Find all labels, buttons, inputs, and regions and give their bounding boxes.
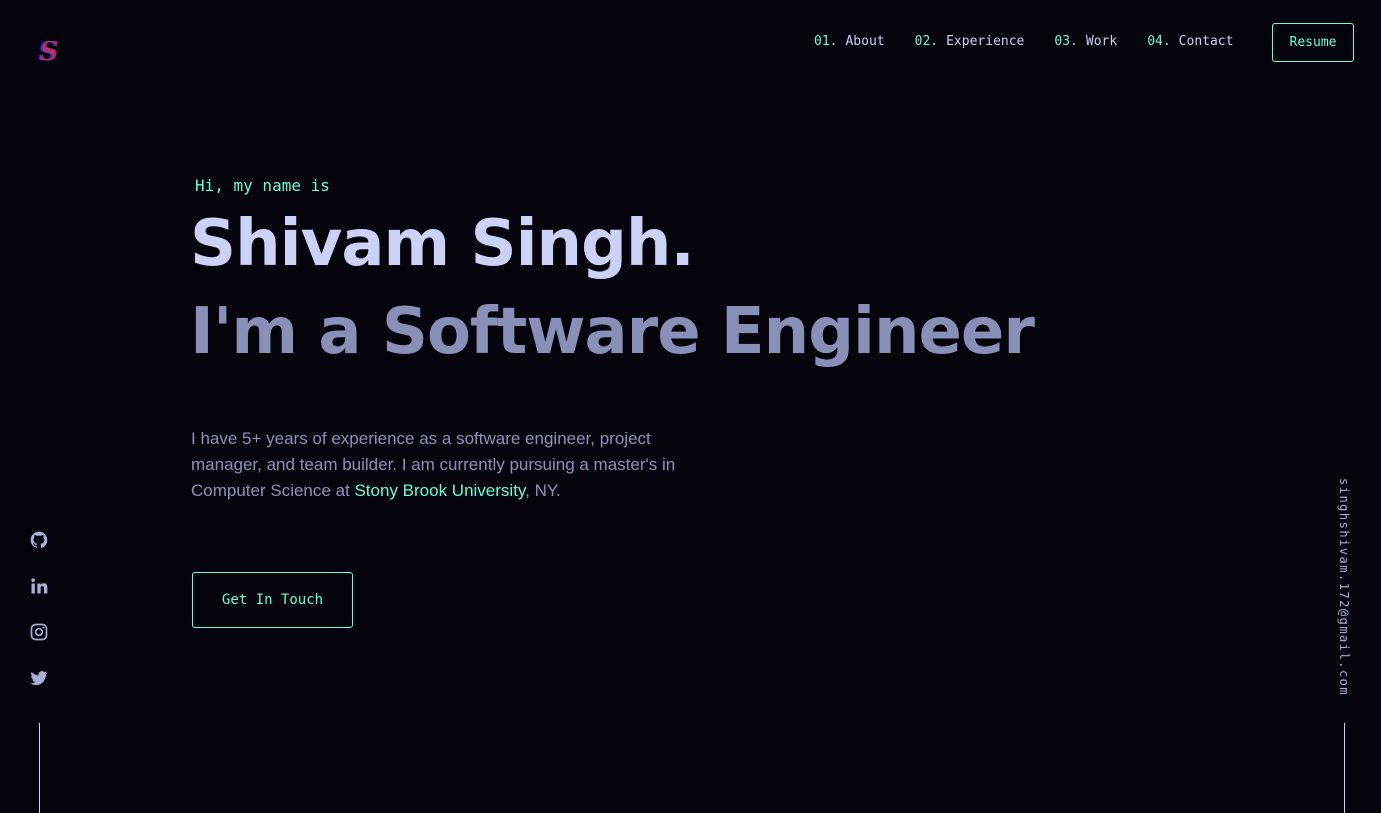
nav-item-contact[interactable]: 04. Contact bbox=[1147, 34, 1233, 49]
nav-number: 04. bbox=[1147, 34, 1171, 49]
hero-name: Shivam Singh. bbox=[190, 207, 695, 281]
hero-role: I'm a Software Engineer bbox=[190, 295, 1035, 369]
nav-item-experience[interactable]: 02. Experience bbox=[915, 34, 1025, 49]
left-rail-line bbox=[39, 723, 40, 813]
right-rail-line bbox=[1344, 723, 1345, 813]
nav-label: About bbox=[845, 34, 885, 49]
portfolio-page: S S 01. About 02. Experience 03. Work 04… bbox=[0, 0, 1381, 813]
nav-label: Work bbox=[1085, 34, 1118, 49]
nav-number: 01. bbox=[814, 34, 838, 49]
github-icon[interactable] bbox=[29, 530, 49, 550]
email-link[interactable]: singhshivam.172@gmail.com bbox=[1337, 478, 1351, 696]
hero-intro: Hi, my name is bbox=[195, 176, 330, 195]
nav-item-about[interactable]: 01. About bbox=[814, 34, 885, 49]
hero-description: I have 5+ years of experience as a softw… bbox=[191, 426, 711, 504]
nav-number: 02. bbox=[914, 34, 939, 49]
description-suffix: , NY. bbox=[525, 481, 561, 500]
linkedin-icon[interactable] bbox=[29, 576, 49, 596]
resume-button[interactable]: Resume bbox=[1272, 23, 1354, 62]
nav-label: Experience bbox=[946, 34, 1025, 49]
nav-label: Contact bbox=[1178, 34, 1234, 49]
nav-number: 03. bbox=[1054, 34, 1078, 49]
social-links bbox=[28, 530, 50, 714]
get-in-touch-button[interactable]: Get In Touch bbox=[192, 572, 353, 628]
nav-item-work[interactable]: 03. Work bbox=[1054, 34, 1117, 49]
s-monogram-logo-icon[interactable]: S S bbox=[36, 36, 62, 67]
main-nav: 01. About 02. Experience 03. Work 04. Co… bbox=[814, 34, 1263, 49]
instagram-icon[interactable] bbox=[29, 622, 49, 642]
svg-text:S: S bbox=[40, 37, 59, 66]
university-link[interactable]: Stony Brook University bbox=[354, 481, 525, 500]
twitter-icon[interactable] bbox=[29, 668, 49, 688]
